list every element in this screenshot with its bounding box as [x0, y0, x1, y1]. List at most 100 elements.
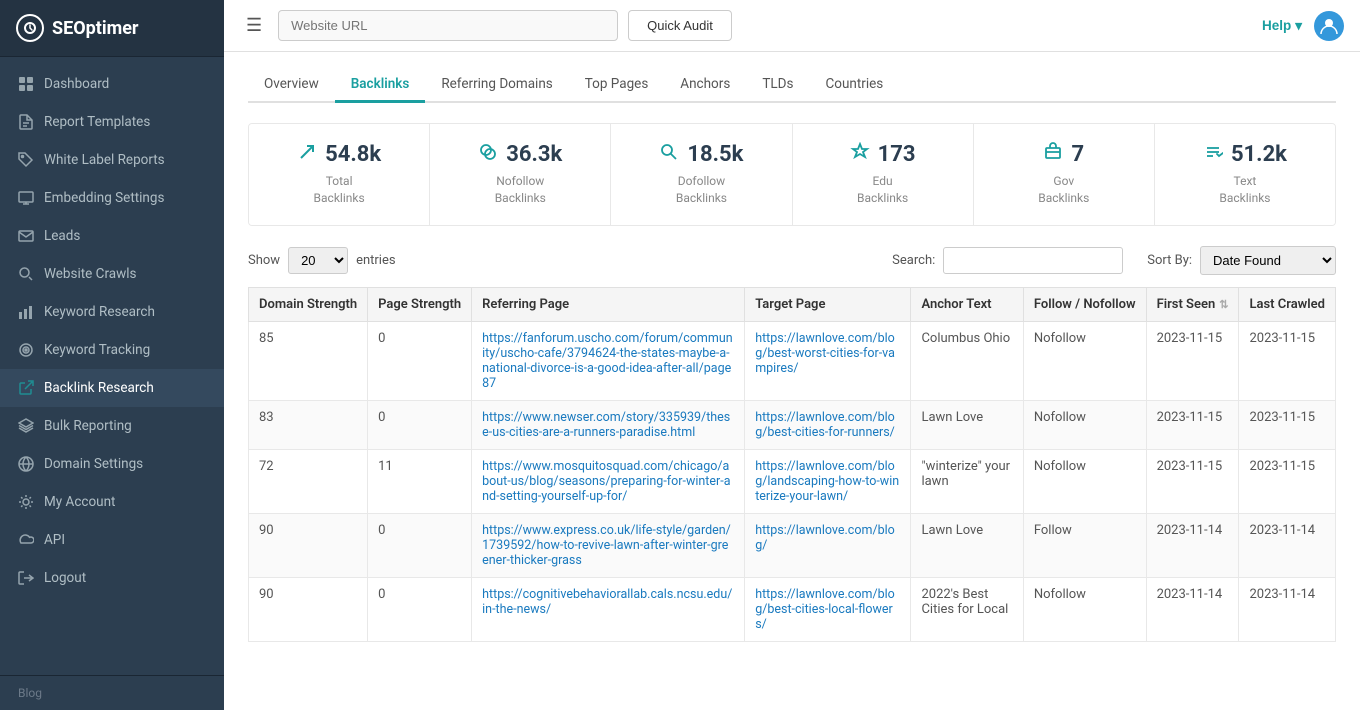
table-cell-domain-strength: 85 — [249, 321, 368, 400]
sidebar-item-logout[interactable]: Logout — [0, 559, 224, 597]
table-cell-last-crawled: 2023-11-15 — [1239, 400, 1336, 449]
table-cell-follow-nofollow: Nofollow — [1023, 577, 1146, 641]
topbar-right: Help ▾ — [1262, 11, 1344, 41]
col-header-referring-page: Referring Page — [472, 287, 745, 321]
table-row: 900https://cognitivebehaviorallab.cals.n… — [249, 577, 1336, 641]
table-cell-follow-nofollow: Nofollow — [1023, 449, 1146, 513]
tab-top-pages[interactable]: Top Pages — [569, 68, 665, 103]
tabs-bar: OverviewBacklinksReferring DomainsTop Pa… — [248, 68, 1336, 103]
table-cell-target-page[interactable]: https://lawnlove.com/blog/ — [745, 513, 911, 577]
help-button[interactable]: Help ▾ — [1262, 18, 1302, 34]
target-icon — [18, 342, 34, 358]
content-area: OverviewBacklinksReferring DomainsTop Pa… — [224, 52, 1360, 710]
nav-label: Keyword Research — [44, 304, 155, 320]
stat-number: 18.5k — [631, 142, 771, 167]
stat-icon — [850, 142, 870, 167]
table-cell-referring-page[interactable]: https://fanforum.uscho.com/forum/communi… — [472, 321, 745, 400]
sidebar-item-dashboard[interactable]: Dashboard — [0, 65, 224, 103]
table-cell-first-seen: 2023-11-14 — [1146, 513, 1239, 577]
table-cell-referring-page[interactable]: https://www.mosquitosquad.com/chicago/ab… — [472, 449, 745, 513]
table-cell-first-seen: 2023-11-15 — [1146, 449, 1239, 513]
stat-icon — [1043, 142, 1063, 167]
stat-nofollow-backlinks: 36.3k NofollowBacklinks — [430, 124, 611, 225]
nav-label: Report Templates — [44, 114, 150, 130]
col-header-domain-strength: Domain Strength — [249, 287, 368, 321]
col-header-page-strength: Page Strength — [368, 287, 472, 321]
sidebar-item-bulk-reporting[interactable]: Bulk Reporting — [0, 407, 224, 445]
table-cell-target-page[interactable]: https://lawnlove.com/blog/best-cities-lo… — [745, 577, 911, 641]
sidebar-item-embedding-settings[interactable]: Embedding Settings — [0, 179, 224, 217]
tab-referring-domains[interactable]: Referring Domains — [425, 68, 568, 103]
sidebar-item-keyword-tracking[interactable]: Keyword Tracking — [0, 331, 224, 369]
table-cell-target-page[interactable]: https://lawnlove.com/blog/best-cities-fo… — [745, 400, 911, 449]
table-row: 7211https://www.mosquitosquad.com/chicag… — [249, 449, 1336, 513]
stat-total-backlinks: 54.8k TotalBacklinks — [249, 124, 430, 225]
table-cell-page-strength: 0 — [368, 577, 472, 641]
nav-label: Backlink Research — [44, 380, 154, 396]
sidebar-item-domain-settings[interactable]: Domain Settings — [0, 445, 224, 483]
grid-icon — [18, 76, 34, 92]
sortby-group: Sort By: Date FoundDomain StrengthPage S… — [1147, 246, 1336, 275]
table-cell-follow-nofollow: Nofollow — [1023, 321, 1146, 400]
table-cell-follow-nofollow: Nofollow — [1023, 400, 1146, 449]
sidebar-item-my-account[interactable]: My Account — [0, 483, 224, 521]
sidebar-item-api[interactable]: API — [0, 521, 224, 559]
quick-audit-button[interactable]: Quick Audit — [628, 10, 732, 41]
stat-number: 51.2k — [1175, 142, 1315, 167]
tab-countries[interactable]: Countries — [809, 68, 899, 103]
nav-label: Embedding Settings — [44, 190, 164, 206]
entries-label: entries — [356, 253, 396, 268]
tab-anchors[interactable]: Anchors — [664, 68, 746, 103]
table-cell-last-crawled: 2023-11-14 — [1239, 577, 1336, 641]
table-cell-page-strength: 0 — [368, 513, 472, 577]
stat-icon — [1203, 142, 1223, 167]
tab-overview[interactable]: Overview — [248, 68, 335, 103]
col-header-first-seen[interactable]: First Seen⇅ — [1146, 287, 1239, 321]
table-cell-domain-strength: 90 — [249, 577, 368, 641]
stat-label: EduBacklinks — [813, 173, 953, 207]
bar-chart-icon — [18, 304, 34, 320]
sortby-select[interactable]: Date FoundDomain StrengthPage StrengthFi… — [1200, 246, 1336, 275]
table-cell-first-seen: 2023-11-15 — [1146, 400, 1239, 449]
hamburger-button[interactable]: ☰ — [240, 11, 268, 40]
table-cell-target-page[interactable]: https://lawnlove.com/blog/landscaping-ho… — [745, 449, 911, 513]
tab-tlds[interactable]: TLDs — [746, 68, 809, 103]
sidebar-item-white-label-reports[interactable]: White Label Reports — [0, 141, 224, 179]
col-header-last-crawled: Last Crawled — [1239, 287, 1336, 321]
sidebar-item-website-crawls[interactable]: Website Crawls — [0, 255, 224, 293]
search-input[interactable] — [943, 247, 1123, 274]
sidebar-item-backlink-research[interactable]: Backlink Research — [0, 369, 224, 407]
tab-backlinks[interactable]: Backlinks — [335, 68, 426, 103]
logo-icon — [16, 14, 44, 42]
table-cell-anchor-text: 2022's Best Cities for Local — [911, 577, 1023, 641]
table-cell-anchor-text: "winterize" your lawn — [911, 449, 1023, 513]
col-header-anchor-text: Anchor Text — [911, 287, 1023, 321]
table-cell-referring-page[interactable]: https://cognitivebehaviorallab.cals.ncsu… — [472, 577, 745, 641]
stat-text-backlinks: 51.2k TextBacklinks — [1155, 124, 1335, 225]
table-cell-domain-strength: 90 — [249, 513, 368, 577]
table-cell-referring-page[interactable]: https://www.newser.com/story/335939/thes… — [472, 400, 745, 449]
stat-dofollow-backlinks: 18.5k DofollowBacklinks — [611, 124, 792, 225]
topbar: ☰ Quick Audit Help ▾ — [224, 0, 1360, 52]
stat-label: DofollowBacklinks — [631, 173, 771, 207]
nav-label: Keyword Tracking — [44, 342, 150, 358]
table-row: 900https://www.express.co.uk/life-style/… — [249, 513, 1336, 577]
table-cell-anchor-text: Lawn Love — [911, 400, 1023, 449]
entries-select[interactable]: 102050100 — [288, 247, 348, 274]
table-cell-referring-page[interactable]: https://www.express.co.uk/life-style/gar… — [472, 513, 745, 577]
sidebar-item-leads[interactable]: Leads — [0, 217, 224, 255]
table-cell-first-seen: 2023-11-14 — [1146, 577, 1239, 641]
search-group: Search: — [892, 247, 1123, 274]
show-label: Show — [248, 253, 280, 268]
table-cell-last-crawled: 2023-11-15 — [1239, 321, 1336, 400]
sidebar: SEOptimer DashboardReport TemplatesWhite… — [0, 0, 224, 710]
user-avatar[interactable] — [1314, 11, 1344, 41]
table-cell-page-strength: 0 — [368, 400, 472, 449]
stat-gov-backlinks: 7 GovBacklinks — [974, 124, 1155, 225]
table-cell-target-page[interactable]: https://lawnlove.com/blog/best-worst-cit… — [745, 321, 911, 400]
sidebar-item-report-templates[interactable]: Report Templates — [0, 103, 224, 141]
stat-label: TextBacklinks — [1175, 173, 1315, 207]
url-input[interactable] — [278, 10, 618, 41]
sidebar-item-keyword-research[interactable]: Keyword Research — [0, 293, 224, 331]
globe-icon — [18, 456, 34, 472]
